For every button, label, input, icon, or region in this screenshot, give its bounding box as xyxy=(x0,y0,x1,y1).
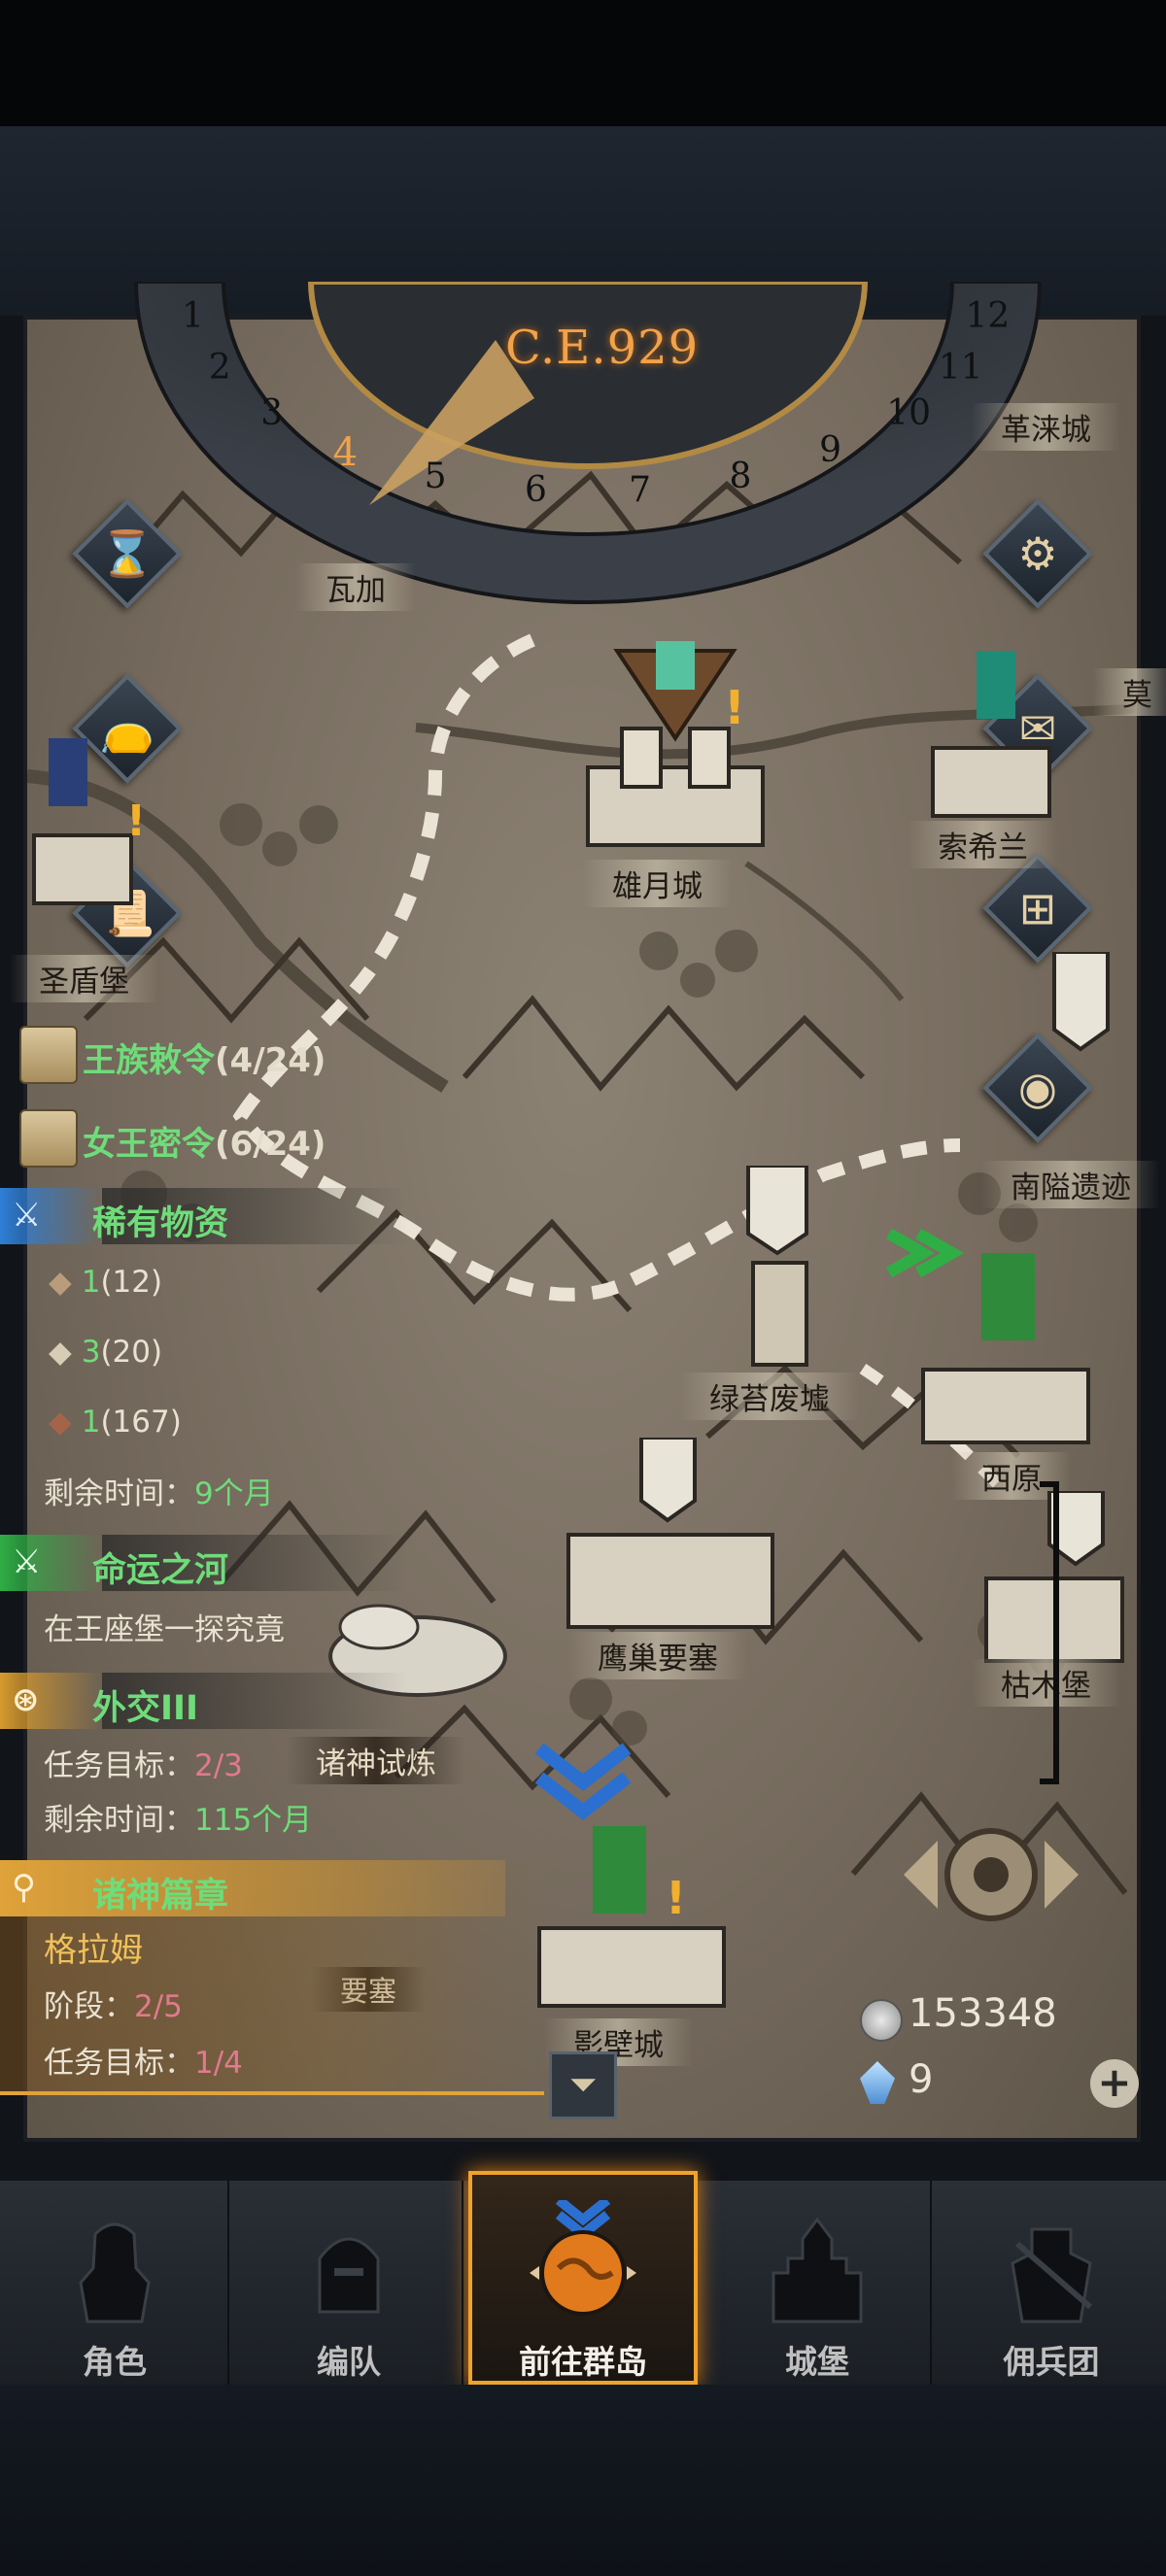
crossed-swords-icon: ⚔ xyxy=(12,1196,42,1235)
add-currency-button[interactable]: + xyxy=(1090,2059,1139,2108)
nav-item-formation[interactable]: 编队 xyxy=(234,2181,463,2385)
calendar-month: 7 xyxy=(629,470,651,511)
diplomacy-header[interactable]: ⊛ 外交III xyxy=(0,1673,408,1729)
fate-desc: 在王座堡一探究竟 xyxy=(44,1612,285,1647)
diplomacy-goal: 任务目标：2/3 xyxy=(44,1748,243,1783)
plus-icon: + xyxy=(1097,2058,1132,2106)
globe-icon xyxy=(530,2200,636,2316)
royal-decree-icon xyxy=(19,1026,78,1084)
city-label-nanshi: 南隘遗迹 xyxy=(981,1161,1160,1208)
hourglass-button[interactable]: ⌛ xyxy=(72,498,183,609)
queen-order-row[interactable]: 女王密令(6/24) xyxy=(83,1117,326,1165)
label-zhushen: 诸神试炼 xyxy=(287,1737,465,1784)
royal-decree-row[interactable]: 王族敕令(4/24) xyxy=(83,1034,326,1081)
queen-order-icon xyxy=(19,1109,78,1168)
nav-label: 编队 xyxy=(317,2343,381,2381)
collapse-arrow-icon: ⏷ xyxy=(568,2065,598,2105)
gods-stage: 阶段：2/5 xyxy=(44,1989,183,2024)
window-icon: ⊞ xyxy=(1018,882,1057,934)
svg-text:!: ! xyxy=(724,681,745,735)
calendar-month: 9 xyxy=(819,430,842,471)
nav-item-islands[interactable]: 前往群岛 xyxy=(468,2181,698,2385)
rare-item-1: ◆ 1(12) xyxy=(49,1265,163,1300)
leather-icon: ◆ xyxy=(49,1265,72,1300)
crossed-swords-icon: ⚔ xyxy=(12,1542,42,1581)
castle-shengdun[interactable]: ! xyxy=(29,738,146,913)
bottom-system-area xyxy=(0,2385,1166,2576)
nav-item-castle[interactable]: 城堡 xyxy=(703,2181,932,2385)
helmet-icon xyxy=(318,2237,380,2314)
wood-icon: ◆ xyxy=(49,1405,72,1440)
crystal-amount: 9 xyxy=(909,2057,934,2102)
rare-item-2: ◆ 3(20) xyxy=(49,1335,163,1370)
gods-goal: 任务目标：1/4 xyxy=(44,2046,243,2081)
gods-header[interactable]: ⚲ 诸神篇章 xyxy=(0,1860,505,1916)
silver-coin-icon xyxy=(860,1999,903,2042)
castle-suoxi[interactable] xyxy=(923,651,1059,826)
magnifier-icon: ⚲ xyxy=(12,1868,36,1907)
castle-xiyuan[interactable] xyxy=(884,1214,1098,1447)
settings-button[interactable]: ⚙ xyxy=(982,498,1093,609)
city-label-wa: 瓦加 xyxy=(296,563,415,611)
cloth-icon: ◆ xyxy=(49,1335,72,1370)
nav-item-role[interactable]: 角色 xyxy=(0,2181,229,2385)
calendar-month: 1 xyxy=(182,296,204,337)
svg-text:!: ! xyxy=(126,797,146,846)
nav-label: 前往群岛 xyxy=(519,2343,647,2381)
city-label-suoxi: 索希兰 xyxy=(909,821,1057,868)
city-label-lvtai: 绿苔废墟 xyxy=(680,1373,859,1420)
gods-hero: 格拉姆 xyxy=(44,1931,143,1970)
calendar-month: 3 xyxy=(260,392,284,433)
handshake-icon: ⊛ xyxy=(12,1680,40,1719)
calendar-month: 2 xyxy=(208,347,231,388)
castle-xiongyue[interactable]: ! xyxy=(564,631,787,855)
nav-label: 角色 xyxy=(83,2343,147,2381)
locate-button[interactable] xyxy=(899,1821,1083,1928)
gear-icon: ⚙ xyxy=(1017,527,1058,580)
right-bracket xyxy=(1040,1481,1059,1784)
diplomacy-remaining: 剩余时间：115个月 xyxy=(44,1803,313,1838)
calendar-month: 8 xyxy=(729,457,752,497)
calendar-month: 6 xyxy=(525,470,547,511)
city-label-yingchao: 鹰巢要塞 xyxy=(568,1632,747,1679)
calendar-month: 10 xyxy=(886,392,932,433)
nav-label: 城堡 xyxy=(785,2343,849,2381)
nav-item-mercenary[interactable]: 佣兵团 xyxy=(937,2181,1166,2385)
castle-lvtai[interactable] xyxy=(738,1166,826,1370)
calendar-month: 5 xyxy=(424,457,447,497)
knight-icon xyxy=(79,2222,151,2323)
city-label-mo: 莫 xyxy=(1093,668,1166,716)
silver-amount: 153348 xyxy=(909,1991,1057,2036)
svg-text:!: ! xyxy=(666,1872,686,1924)
rare-header[interactable]: ⚔ 稀有物资 xyxy=(0,1188,408,1244)
hourglass-icon: ⌛ xyxy=(99,526,155,580)
castle-yingbi[interactable]: ! xyxy=(530,1739,734,2011)
city-label-xiongyue: 雄月城 xyxy=(583,860,732,907)
collapse-button[interactable]: ⏷ xyxy=(549,2051,617,2119)
calendar-month: 11 xyxy=(938,347,983,388)
fate-header[interactable]: ⚔ 命运之河 xyxy=(0,1535,408,1591)
grid-button[interactable]: ⊞ xyxy=(982,853,1093,964)
castle-icon xyxy=(772,2217,863,2323)
calendar-year: C.E.929 xyxy=(505,321,700,375)
status-bar-area xyxy=(0,0,1166,126)
city-label-gelai: 革涞城 xyxy=(972,403,1120,451)
city-label-shengdun: 圣盾堡 xyxy=(10,955,158,1002)
calendar-month: 12 xyxy=(965,296,1011,337)
castle-nanshi[interactable] xyxy=(1049,952,1127,1078)
nav-label: 佣兵团 xyxy=(1003,2343,1100,2381)
castle-yingchao[interactable] xyxy=(559,1438,782,1632)
rare-remaining: 剩余时间：9个月 xyxy=(44,1476,274,1511)
rare-item-3: ◆ 1(167) xyxy=(49,1405,182,1440)
mercenary-icon xyxy=(1011,2227,1092,2323)
calendar-month: 4 xyxy=(332,430,359,476)
